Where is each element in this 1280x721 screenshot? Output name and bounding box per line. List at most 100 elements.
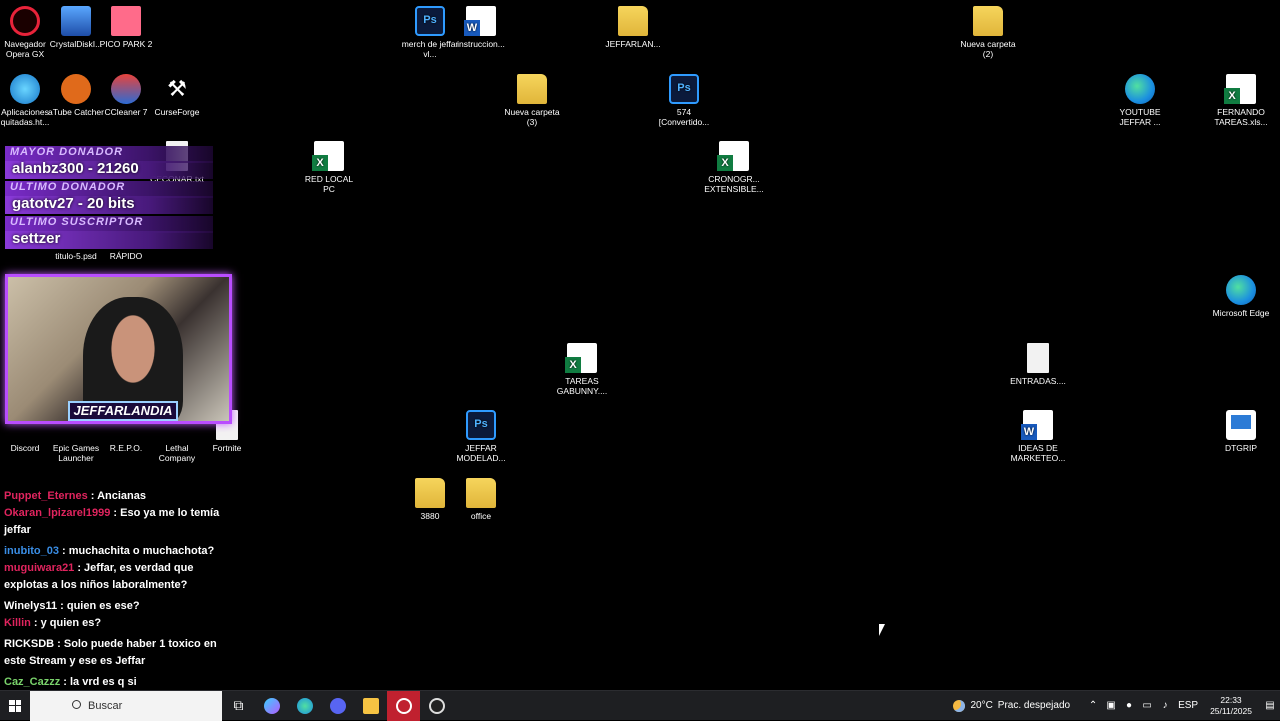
desktop-icon-youtube-jeffar[interactable]: YOUTUBE JEFFAR ... (1110, 74, 1170, 127)
icon-label: instruccion... (457, 39, 505, 49)
weather-icon (953, 699, 966, 712)
chat-user: RICKSDB (4, 638, 55, 650)
copilot-icon (263, 697, 280, 714)
desktop-icon-curseforge[interactable]: ⚒ CurseForge (147, 74, 207, 117)
chat-user: Caz_Cazzz (4, 676, 61, 688)
chat-message: muguiwara21: Jeffar, es verdad que explo… (4, 562, 194, 591)
icon-label: Nueva carpeta (3) (504, 107, 560, 127)
excel-file-icon (312, 141, 344, 171)
mouse-cursor-icon (879, 624, 885, 636)
icon-label: RÁPIDO (109, 251, 143, 261)
icon-label: JEFFAR MODELAD... (456, 443, 506, 463)
atube-catcher-icon (61, 74, 91, 104)
microphone-icon[interactable]: ● (1121, 700, 1137, 711)
chat-message: Winelys11: quien es ese? (4, 600, 140, 612)
chat-text: muchachita o muchachota? (68, 545, 215, 557)
weather-temp: 20°C (970, 700, 993, 711)
desktop: Navegador Opera GX CrystalDiskI... PICO … (0, 0, 1280, 690)
chat-message: Okaran_lpizarel1999: Eso ya me lo temía … (4, 507, 220, 536)
desktop-icon-pico-park[interactable]: PICO PARK 2 (96, 6, 156, 49)
excel-file-icon (565, 343, 597, 373)
icon-label: CurseForge (154, 107, 200, 117)
task-view-button[interactable]: ⧉ (222, 691, 255, 721)
edge-shortcut-icon (1125, 74, 1155, 104)
stream-chat: Puppet_Eternes: Ancianas Okaran_lpizarel… (0, 488, 240, 690)
photoshop-file-icon: Ps (415, 6, 445, 36)
folder-icon (466, 478, 496, 508)
icon-label: office (470, 511, 492, 521)
icon-label: ENTRADAS.... (1010, 376, 1066, 386)
desktop-icon-nueva-carpeta-2[interactable]: Nueva carpeta (2) (958, 6, 1018, 59)
taskbar-obs[interactable] (420, 691, 453, 721)
task-view-icon: ⧉ (233, 697, 244, 713)
language-indicator[interactable]: ESP (1175, 700, 1201, 711)
weather-widget[interactable]: 20°C Prac. despejado (953, 699, 1070, 712)
network-icon[interactable]: ▭ (1139, 700, 1155, 711)
desktop-icon-574[interactable]: Ps 574 [Convertido... (654, 74, 714, 127)
opera-gx-icon (10, 6, 40, 36)
chat-message: Caz_Cazzz: la vrd es q si (4, 676, 137, 688)
webcam-banner: JEFFARLANDIA (68, 401, 178, 421)
discord-icon (329, 697, 346, 714)
last-donor-value: gatotv27 - 20 bits (12, 195, 135, 212)
volume-icon[interactable]: ♪ (1157, 700, 1173, 711)
folder-icon (415, 478, 445, 508)
icon-label: Microsoft Edge (1212, 308, 1270, 318)
icon-label: JEFFARLAN... (605, 39, 661, 49)
taskbar-discord[interactable] (321, 691, 354, 721)
desktop-icon-entradas[interactable]: ENTRADAS.... (1008, 343, 1068, 386)
desktop-icon-instrucciones[interactable]: instruccion... (451, 6, 511, 49)
taskbar-edge[interactable] (288, 691, 321, 721)
desktop-icon-nueva-carpeta-3[interactable]: Nueva carpeta (3) (502, 74, 562, 127)
icon-label: TAREAS GABUNNY.... (556, 376, 608, 396)
webcam-frame: JEFFARLANDIA (5, 274, 232, 424)
search-box[interactable]: Buscar (30, 690, 222, 721)
search-icon (72, 699, 81, 709)
excel-file-icon (717, 141, 749, 171)
taskbar-opera-gx[interactable] (387, 690, 420, 721)
opera-gx-icon (395, 697, 412, 714)
edge-icon (296, 697, 313, 714)
pico-park-icon (111, 6, 141, 36)
device-icon[interactable]: ▣ (1103, 700, 1119, 711)
chat-user: inubito_03 (4, 545, 60, 557)
chat-user: Killin (4, 617, 31, 629)
chat-text: la vrd es q si (69, 676, 137, 688)
text-file-icon (1027, 343, 1049, 373)
desktop-icon-office[interactable]: office (451, 478, 511, 521)
curseforge-icon: ⚒ (167, 76, 187, 101)
icon-label: PICO PARK 2 (99, 39, 153, 49)
chat-text: quien es ese? (66, 600, 140, 612)
last-sub-value: settzer (12, 230, 61, 247)
chat-user: Winelys11 (4, 600, 58, 612)
icon-label: DTGRIP (1224, 443, 1258, 453)
icon-label: 574 [Convertido... (658, 107, 710, 127)
desktop-icon-fernando-tareas[interactable]: FERNANDO TAREAS.xls... (1211, 74, 1271, 127)
chevron-up-icon[interactable]: ⌃ (1085, 700, 1101, 711)
folder-icon (973, 6, 1003, 36)
chat-text: y quien es? (40, 617, 102, 629)
desktop-icon-jeffar-modelado[interactable]: Ps JEFFAR MODELAD... (451, 410, 511, 463)
dtgrip-icon (1226, 410, 1256, 440)
clock[interactable]: 22:33 25/11/2025 (1210, 695, 1252, 717)
top-donor-heading: MAYOR DONADOR (10, 146, 124, 158)
start-button[interactable] (0, 691, 30, 721)
chat-message: Puppet_Eternes: Ancianas (4, 490, 146, 502)
desktop-icon-dtgrip[interactable]: DTGRIP (1211, 410, 1271, 453)
last-sub-heading: ULTIMO SUSCRIPTOR (10, 216, 144, 228)
chat-message: inubito_03: muchachita o muchachota? (4, 545, 215, 557)
excel-file-icon (1224, 74, 1256, 104)
desktop-icon-jeffarlan[interactable]: JEFFARLAN... (603, 6, 663, 49)
desktop-icon-ideas-marketeo[interactable]: IDEAS DE MARKETEO... (1008, 410, 1068, 463)
icon-label: Nueva carpeta (2) (960, 39, 1016, 59)
taskbar-copilot[interactable] (255, 691, 288, 721)
taskbar-file-explorer[interactable] (354, 691, 387, 721)
desktop-icon-cronograma[interactable]: CRONOGR... EXTENSIBLE... (704, 141, 764, 194)
notification-icon[interactable]: ▤ (1260, 700, 1280, 711)
desktop-icon-tareas-gabunny[interactable]: TAREAS GABUNNY.... (552, 343, 612, 396)
word-file-icon (464, 6, 496, 36)
desktop-icon-red-local[interactable]: RED LOCAL PC (299, 141, 359, 194)
desktop-icon-microsoft-edge[interactable]: Microsoft Edge (1211, 275, 1271, 318)
last-donor-heading: ULTIMO DONADOR (10, 181, 126, 193)
crystaldisk-icon (61, 6, 91, 36)
